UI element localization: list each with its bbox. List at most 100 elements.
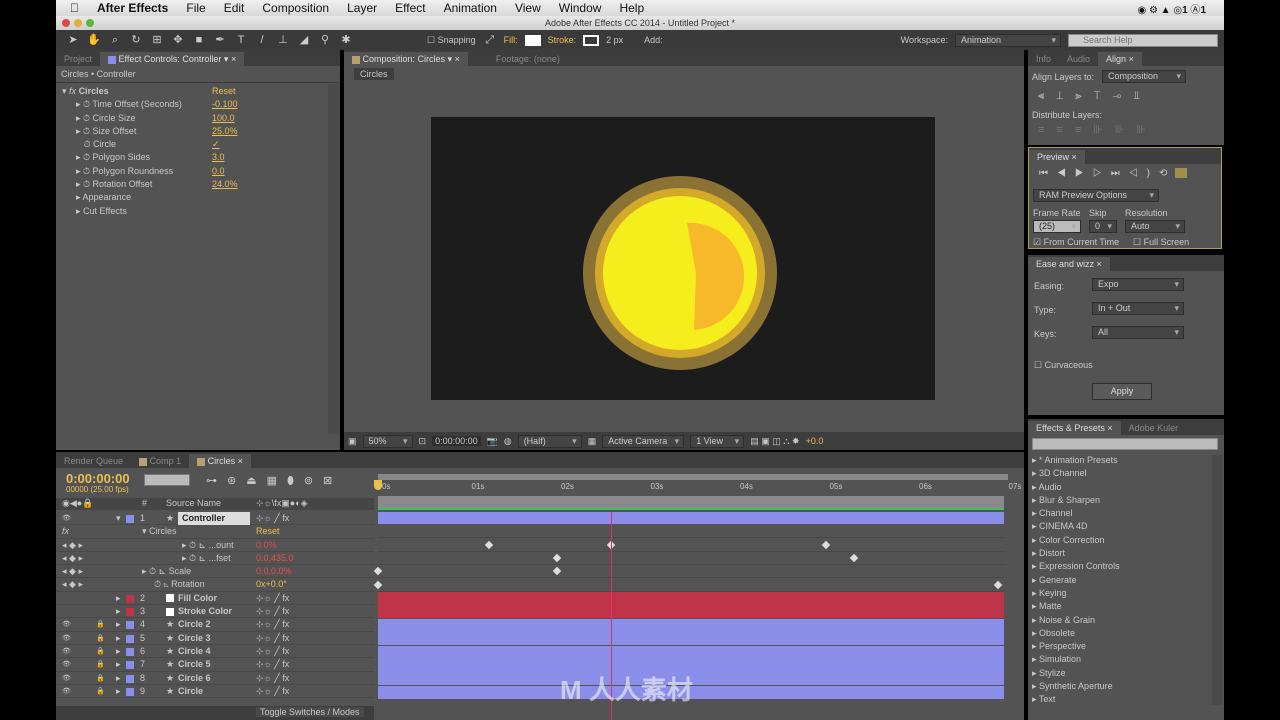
keyframe[interactable] xyxy=(849,553,859,563)
menu-animation[interactable]: Animation xyxy=(444,1,497,15)
layer-row[interactable]: ▸ 3 Stroke Color ⊹☼ ╱ fx xyxy=(56,605,374,619)
tab-adobe-kuler[interactable]: Adobe Kuler xyxy=(1121,421,1187,435)
tab-effects-presets[interactable]: Effects & Presets × xyxy=(1028,421,1121,435)
property-row[interactable]: ◂ ◆ ▸ ⏱ ⊾ Rotation 0x+0.0° xyxy=(56,578,374,592)
tab-composition-circles[interactable]: Composition: Circles ▾ × xyxy=(344,52,468,66)
comp-viewer[interactable] xyxy=(431,117,935,400)
zoom-tool-icon[interactable]: ⌕ xyxy=(108,33,122,47)
effect-property[interactable]: ▸ ⏱ Rotation Offset 24.0% xyxy=(62,178,340,191)
resolution-select[interactable]: (Half) xyxy=(517,434,582,448)
ram-preview-options-select[interactable]: RAM Preview Options xyxy=(1033,189,1159,202)
tab-comp-1[interactable]: Comp 1 xyxy=(131,454,189,468)
text-tool-icon[interactable]: T xyxy=(234,33,248,47)
effects-category[interactable]: ▸ Keying xyxy=(1032,587,1120,600)
align-to-select[interactable]: Composition xyxy=(1102,70,1186,83)
tab-footage[interactable]: Footage: (none) xyxy=(488,52,568,66)
rotate-tool-icon[interactable]: ↻ xyxy=(129,33,143,47)
reset-link[interactable]: Reset xyxy=(212,85,236,98)
ram-preview-button[interactable] xyxy=(1175,168,1187,178)
current-time-indicator[interactable] xyxy=(374,480,382,490)
pan-behind-tool-icon[interactable]: ✥ xyxy=(171,33,185,47)
property-value[interactable]: 0.0 xyxy=(212,165,225,178)
effects-category[interactable]: ▸ Blur & Sharpen xyxy=(1032,494,1120,507)
keyframe[interactable] xyxy=(373,580,383,589)
eraser-tool-icon[interactable]: ◢ xyxy=(297,33,311,47)
effects-category[interactable]: ▸ Expression Controls xyxy=(1032,560,1120,573)
snapshot-icon[interactable]: 📷 xyxy=(487,436,498,447)
apply-button[interactable]: Apply xyxy=(1092,383,1152,400)
distribute-buttons[interactable]: ≡≡≡⊪⊪⊪ xyxy=(1038,123,1158,136)
layer-name[interactable]: Circle 2 xyxy=(178,618,211,631)
pen-tool-icon[interactable]: ✒ xyxy=(213,33,227,47)
effects-category[interactable]: ▸ Synthetic Aperture xyxy=(1032,680,1120,693)
keyframe[interactable] xyxy=(552,553,562,563)
property-value[interactable]: 0.0% xyxy=(256,539,277,552)
minimize-window-button[interactable] xyxy=(74,19,82,27)
layer-name[interactable]: Circle 4 xyxy=(178,645,211,658)
effects-category[interactable]: ▸ Color Correction xyxy=(1032,534,1120,547)
effects-category[interactable]: ▸ * Animation Presets xyxy=(1032,454,1120,467)
layer-row[interactable]: 👁 🔒 ▸ 6 ★ Circle 4 ⊹☼ ╱ fx xyxy=(56,644,374,659)
roto-brush-tool-icon[interactable]: ⚲ xyxy=(318,33,332,47)
view-layout-select[interactable]: 1 View xyxy=(690,434,745,448)
work-area-bar[interactable] xyxy=(378,474,1008,480)
tab-align[interactable]: Align × xyxy=(1098,52,1142,66)
from-current-time-checkbox[interactable]: ☑ From Current Time xyxy=(1033,237,1119,248)
layer-name[interactable]: Controller xyxy=(178,512,250,526)
keyframe[interactable] xyxy=(552,567,562,576)
effects-category[interactable]: ▸ Perspective xyxy=(1032,640,1120,653)
effects-category[interactable]: ▸ Matte xyxy=(1032,600,1120,613)
tab-render-queue[interactable]: Render Queue xyxy=(56,454,131,468)
property-value[interactable]: 3.0 xyxy=(212,151,225,164)
property-row[interactable]: ◂ ◆ ▸ ▸ ⏱ ⊾ Scale 0.0,0.0% xyxy=(56,565,374,579)
menu-view[interactable]: View xyxy=(515,1,541,15)
apple-icon[interactable]:  xyxy=(70,1,79,15)
effect-header[interactable]: ▾ fx Circles Reset xyxy=(62,85,340,98)
layer-name[interactable]: Circle 3 xyxy=(178,632,211,645)
hand-tool-icon[interactable]: ✋ xyxy=(87,33,101,47)
effect-group[interactable]: ▸ Appearance xyxy=(62,191,340,204)
layer-bar-controller[interactable] xyxy=(378,512,1004,524)
timeline-search-input[interactable] xyxy=(144,474,190,486)
brush-tool-icon[interactable]: / xyxy=(255,33,269,47)
layer-name[interactable]: Circle 6 xyxy=(178,672,211,685)
layer-name[interactable]: Circle xyxy=(178,685,203,698)
always-preview-icon[interactable]: ▣ xyxy=(348,436,357,447)
effect-row[interactable]: fx ▾ Circles Reset xyxy=(56,525,374,539)
stroke-width[interactable]: 2 px xyxy=(606,35,623,45)
selection-tool-icon[interactable]: ➤ xyxy=(66,33,80,47)
effect-property[interactable]: ▸ ⏱ Circle Size 100.0 xyxy=(62,112,340,125)
puppet-tool-icon[interactable]: ✱ xyxy=(339,33,353,47)
easing-select[interactable]: Expo xyxy=(1092,278,1184,291)
curvaceous-checkbox[interactable]: ☐ Curvaceous xyxy=(1034,360,1093,371)
property-value[interactable]: 0x+0.0° xyxy=(256,578,287,591)
timeline-graph[interactable]: 0s 01s 02s 03s 04s 05s 06s 07s xyxy=(373,470,1024,720)
property-value[interactable]: 24.0% xyxy=(212,178,238,191)
current-time[interactable]: 0:00:00:00 xyxy=(432,436,481,446)
layer-row[interactable]: 👁 🔒 ▸ 9 ★ Circle ⊹☼ ╱ fx xyxy=(56,684,374,699)
layer-name[interactable]: Stroke Color xyxy=(178,605,232,618)
add-label[interactable]: Add: xyxy=(644,35,663,45)
tab-circles[interactable]: Circles × xyxy=(189,454,251,468)
effects-category[interactable]: ▸ Obsolete xyxy=(1032,627,1120,640)
keyframe[interactable] xyxy=(993,580,1003,589)
search-help-input[interactable] xyxy=(1068,33,1218,47)
tab-preview[interactable]: Preview × xyxy=(1029,150,1085,164)
menu-composition[interactable]: Composition xyxy=(262,1,329,15)
timeline-switch-icons[interactable]: ⊶⊛⏏▦⬮⊚⊠ xyxy=(206,474,342,488)
reset-link[interactable]: Reset xyxy=(256,525,280,538)
menu-layer[interactable]: Layer xyxy=(347,1,377,15)
effect-property[interactable]: ▸ ⏱ Polygon Roundness 0.0 xyxy=(62,165,340,178)
tab-info[interactable]: Info xyxy=(1028,52,1059,66)
layer-bar[interactable] xyxy=(378,632,1004,646)
effect-property[interactable]: ▸ ⏱ Polygon Sides 3.0 xyxy=(62,151,340,164)
layer-row[interactable]: ▸ 2 Fill Color ⊹☼ ╱ fx xyxy=(56,591,374,606)
keyframe[interactable] xyxy=(373,567,383,576)
effects-category[interactable]: ▸ Simulation xyxy=(1032,653,1120,666)
layer-row[interactable]: 👁 🔒 ▸ 7 ★ Circle 5 ⊹☼ ╱ fx xyxy=(56,658,374,672)
property-value[interactable]: 0.0,0.0% xyxy=(256,565,292,578)
snap-icon[interactable]: ⤢ xyxy=(483,33,497,47)
effects-category[interactable]: ▸ Audio xyxy=(1032,481,1120,494)
camera-tool-icon[interactable]: ⊞ xyxy=(150,33,164,47)
effects-category[interactable]: ▸ Noise & Grain xyxy=(1032,614,1120,627)
